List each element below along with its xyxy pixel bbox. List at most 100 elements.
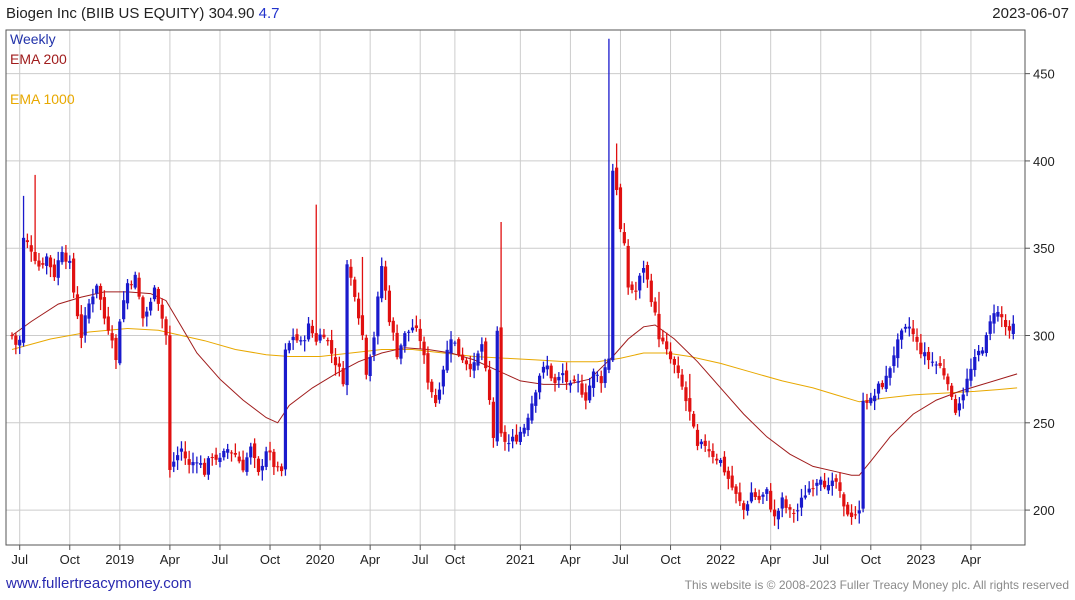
candle-body (191, 462, 195, 466)
candle-body (980, 350, 985, 354)
candle-body (422, 341, 426, 356)
candle-body (72, 258, 76, 293)
candle-body (549, 365, 553, 379)
candle-body (792, 512, 796, 514)
candle-body (961, 394, 965, 401)
candle-body (326, 340, 330, 342)
candle-body (680, 374, 684, 387)
candle-body (668, 351, 673, 360)
candle-body (468, 363, 472, 370)
candle-body (175, 455, 180, 461)
x-tick-label: 2019 (105, 552, 134, 567)
candle-body (876, 383, 881, 394)
candle-body (383, 266, 388, 291)
copyright-notice: This website is © 2008-2023 Fuller Treac… (684, 578, 1069, 592)
candle-body (641, 268, 646, 273)
candle-body (695, 429, 700, 446)
candle-body (657, 313, 661, 340)
candle-body (187, 459, 191, 465)
candle-body (445, 349, 449, 371)
candle-body (634, 290, 638, 292)
candle-body (125, 283, 130, 304)
x-tick-label: Apr (160, 552, 181, 567)
candle-body (715, 458, 719, 461)
candle-body (553, 377, 557, 383)
y-tick-label: 300 (1033, 329, 1055, 344)
candle-body (357, 298, 361, 319)
candle-body (772, 509, 777, 517)
candle-body (122, 300, 126, 320)
candle-body (372, 337, 376, 355)
candle-body (869, 397, 873, 404)
candle-body (734, 486, 738, 494)
candle-body (946, 376, 950, 385)
candle-body (749, 492, 754, 502)
candle-body (245, 457, 249, 472)
y-tick-label: 250 (1033, 416, 1055, 431)
candle-body (349, 266, 353, 278)
candle-body (815, 482, 819, 486)
candle-body (499, 327, 503, 434)
candle-body (418, 328, 422, 342)
candle-body (337, 363, 341, 367)
candle-body (480, 344, 484, 352)
candle-body (888, 368, 892, 378)
candle-body (607, 358, 611, 370)
candle-body (984, 335, 988, 354)
candle-body (37, 260, 41, 267)
candle-body (214, 454, 218, 460)
candle-body (838, 482, 842, 491)
candle-body (830, 480, 834, 487)
candle-body (25, 240, 30, 243)
candle-body (41, 263, 45, 265)
candle-body (580, 383, 584, 395)
candle-body (264, 451, 268, 467)
x-tick-label: 2022 (706, 552, 735, 567)
candle-body (738, 492, 742, 502)
candle-body (330, 340, 334, 354)
candle-body (622, 232, 626, 244)
candle-body (915, 336, 919, 342)
candle-body (541, 366, 546, 373)
candle-body (152, 287, 157, 300)
candle-body (202, 462, 207, 475)
candle-body (603, 367, 607, 384)
candle-body (430, 381, 434, 393)
candlestick-layer (10, 38, 1015, 530)
candle-body (403, 333, 407, 347)
candle-body (880, 382, 884, 388)
x-tick-label: Oct (445, 552, 466, 567)
candle-body (576, 381, 580, 383)
candle-body (33, 252, 37, 261)
candle-body (160, 304, 164, 319)
candle-body (753, 492, 757, 497)
candle-body (988, 321, 992, 334)
candle-body (591, 371, 596, 388)
candle-body (10, 335, 14, 337)
candle-body (318, 334, 322, 341)
candle-body (884, 375, 888, 389)
candle-body (1011, 323, 1015, 334)
candle-body (819, 479, 823, 485)
candle-body (892, 355, 896, 367)
candle-body (487, 369, 492, 401)
x-tick-label: 2020 (306, 552, 335, 567)
candle-body (726, 470, 730, 479)
candle-body (896, 339, 900, 359)
candle-body (784, 499, 788, 508)
candle-body (996, 311, 1000, 317)
x-tick-label: Jul (812, 552, 829, 567)
candle-body (953, 399, 958, 413)
candle-body (977, 350, 981, 356)
site-link[interactable]: www.fullertreacymoney.com (6, 575, 192, 592)
x-tick-label: Jul (612, 552, 629, 567)
candle-body (807, 488, 811, 493)
candle-body (199, 463, 203, 465)
candle-body (803, 495, 807, 498)
candle-body (699, 441, 703, 445)
candle-body (306, 323, 311, 340)
candle-body (684, 387, 688, 402)
candle-body (395, 332, 399, 358)
candle-body (788, 507, 792, 510)
candle-body (965, 378, 969, 393)
